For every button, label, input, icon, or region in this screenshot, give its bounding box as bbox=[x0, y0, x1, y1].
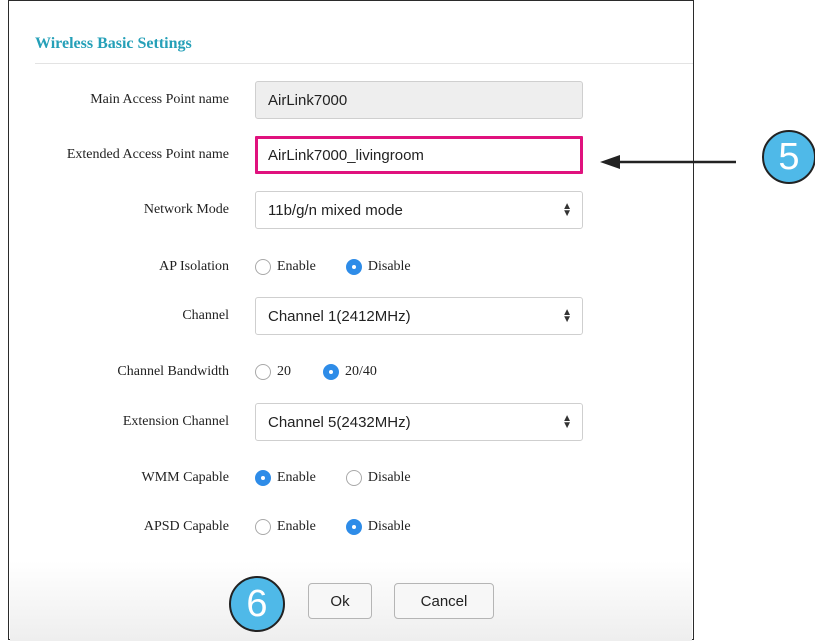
extension-channel-value: Channel 5(2432MHz) bbox=[268, 413, 411, 431]
apsd-enable-radio[interactable]: Enable bbox=[255, 519, 316, 535]
radio-selected-icon bbox=[345, 519, 362, 535]
network-mode-value: 11b/g/n mixed mode bbox=[268, 201, 403, 219]
row-extension-channel: Extension Channel Channel 5(2432MHz) ▲ ▼ bbox=[9, 403, 695, 441]
ap-isolation-radio-group: Enable Disable bbox=[255, 259, 411, 275]
step-5-callout: 5 bbox=[762, 130, 815, 184]
radio-unselected-icon bbox=[255, 259, 271, 275]
select-arrows-icon: ▲ ▼ bbox=[562, 413, 572, 431]
cancel-button[interactable]: Cancel bbox=[394, 583, 494, 619]
radio-selected-icon bbox=[255, 470, 271, 486]
extended-ap-name-label: Extended Access Point name bbox=[66, 147, 229, 162]
extension-channel-select[interactable]: Channel 5(2432MHz) ▲ ▼ bbox=[255, 403, 583, 441]
network-mode-label: Network Mode bbox=[143, 202, 229, 217]
ok-button[interactable]: Ok bbox=[308, 583, 372, 619]
ap-isolation-disable-label: Disable bbox=[367, 259, 411, 274]
radio-unselected-icon bbox=[255, 364, 271, 380]
left-arrow-icon bbox=[600, 155, 736, 169]
wireless-basic-settings-panel: Wireless Basic Settings Main Access Poin… bbox=[8, 0, 695, 641]
row-extended-ap-name: Extended Access Point name AirLink7000_l… bbox=[9, 136, 695, 174]
select-arrows-icon: ▲ ▼ bbox=[562, 201, 572, 219]
wmm-disable-radio[interactable]: Disable bbox=[345, 470, 411, 486]
radio-unselected-icon bbox=[345, 470, 362, 486]
channel-value: Channel 1(2412MHz) bbox=[268, 307, 411, 325]
apsd-disable-radio[interactable]: Disable bbox=[345, 519, 411, 535]
network-mode-select[interactable]: 11b/g/n mixed mode ▲ ▼ bbox=[255, 191, 583, 229]
channel-bandwidth-radio-group: 20 20/40 bbox=[255, 364, 377, 380]
row-channel: Channel Channel 1(2412MHz) ▲ ▼ bbox=[9, 297, 695, 335]
ap-isolation-enable-radio[interactable]: Enable bbox=[255, 259, 316, 275]
wmm-enable-radio[interactable]: Enable bbox=[255, 470, 316, 486]
bandwidth-20-40-label: 20/40 bbox=[345, 364, 377, 379]
row-apsd-capable: APSD Capable Enable Disable bbox=[9, 508, 695, 546]
select-arrows-icon: ▲ ▼ bbox=[562, 307, 572, 325]
ap-isolation-enable-label: Enable bbox=[277, 259, 316, 274]
wmm-capable-radio-group: Enable Disable bbox=[255, 470, 411, 486]
main-ap-name-field: AirLink7000 bbox=[255, 81, 583, 119]
bandwidth-20-radio[interactable]: 20 bbox=[255, 364, 291, 380]
extension-channel-label: Extension Channel bbox=[122, 414, 229, 429]
wmm-enable-label: Enable bbox=[277, 470, 316, 485]
extended-ap-name-value: AirLink7000_livingroom bbox=[268, 146, 424, 164]
extended-ap-name-input[interactable]: AirLink7000_livingroom bbox=[255, 136, 583, 174]
radio-unselected-icon bbox=[255, 519, 271, 535]
title-divider bbox=[35, 63, 693, 64]
wmm-capable-label: WMM Capable bbox=[141, 470, 229, 485]
channel-label: Channel bbox=[182, 308, 229, 323]
main-ap-name-label: Main Access Point name bbox=[90, 92, 229, 107]
bandwidth-20-40-radio[interactable]: 20/40 bbox=[323, 364, 377, 380]
wmm-disable-label: Disable bbox=[367, 470, 411, 485]
radio-selected-icon bbox=[345, 259, 362, 275]
row-wmm-capable: WMM Capable Enable Disable bbox=[9, 459, 695, 497]
apsd-capable-label: APSD Capable bbox=[143, 519, 229, 534]
row-main-ap-name: Main Access Point name AirLink7000 bbox=[9, 81, 695, 119]
apsd-capable-radio-group: Enable Disable bbox=[255, 519, 411, 535]
panel-title: Wireless Basic Settings bbox=[35, 35, 192, 52]
row-ap-isolation: AP Isolation Enable Disable bbox=[9, 248, 695, 286]
bandwidth-20-label: 20 bbox=[277, 364, 291, 379]
step-6-callout: 6 bbox=[229, 576, 285, 632]
ap-isolation-disable-radio[interactable]: Disable bbox=[345, 259, 411, 275]
apsd-enable-label: Enable bbox=[277, 519, 316, 534]
apsd-disable-label: Disable bbox=[367, 519, 411, 534]
row-network-mode: Network Mode 11b/g/n mixed mode ▲ ▼ bbox=[9, 191, 695, 229]
main-ap-name-value: AirLink7000 bbox=[268, 91, 348, 109]
channel-select[interactable]: Channel 1(2412MHz) ▲ ▼ bbox=[255, 297, 583, 335]
row-channel-bandwidth: Channel Bandwidth 20 20/40 bbox=[9, 353, 695, 391]
channel-bandwidth-label: Channel Bandwidth bbox=[117, 364, 229, 379]
radio-selected-icon bbox=[323, 364, 339, 380]
ap-isolation-label: AP Isolation bbox=[159, 259, 229, 274]
